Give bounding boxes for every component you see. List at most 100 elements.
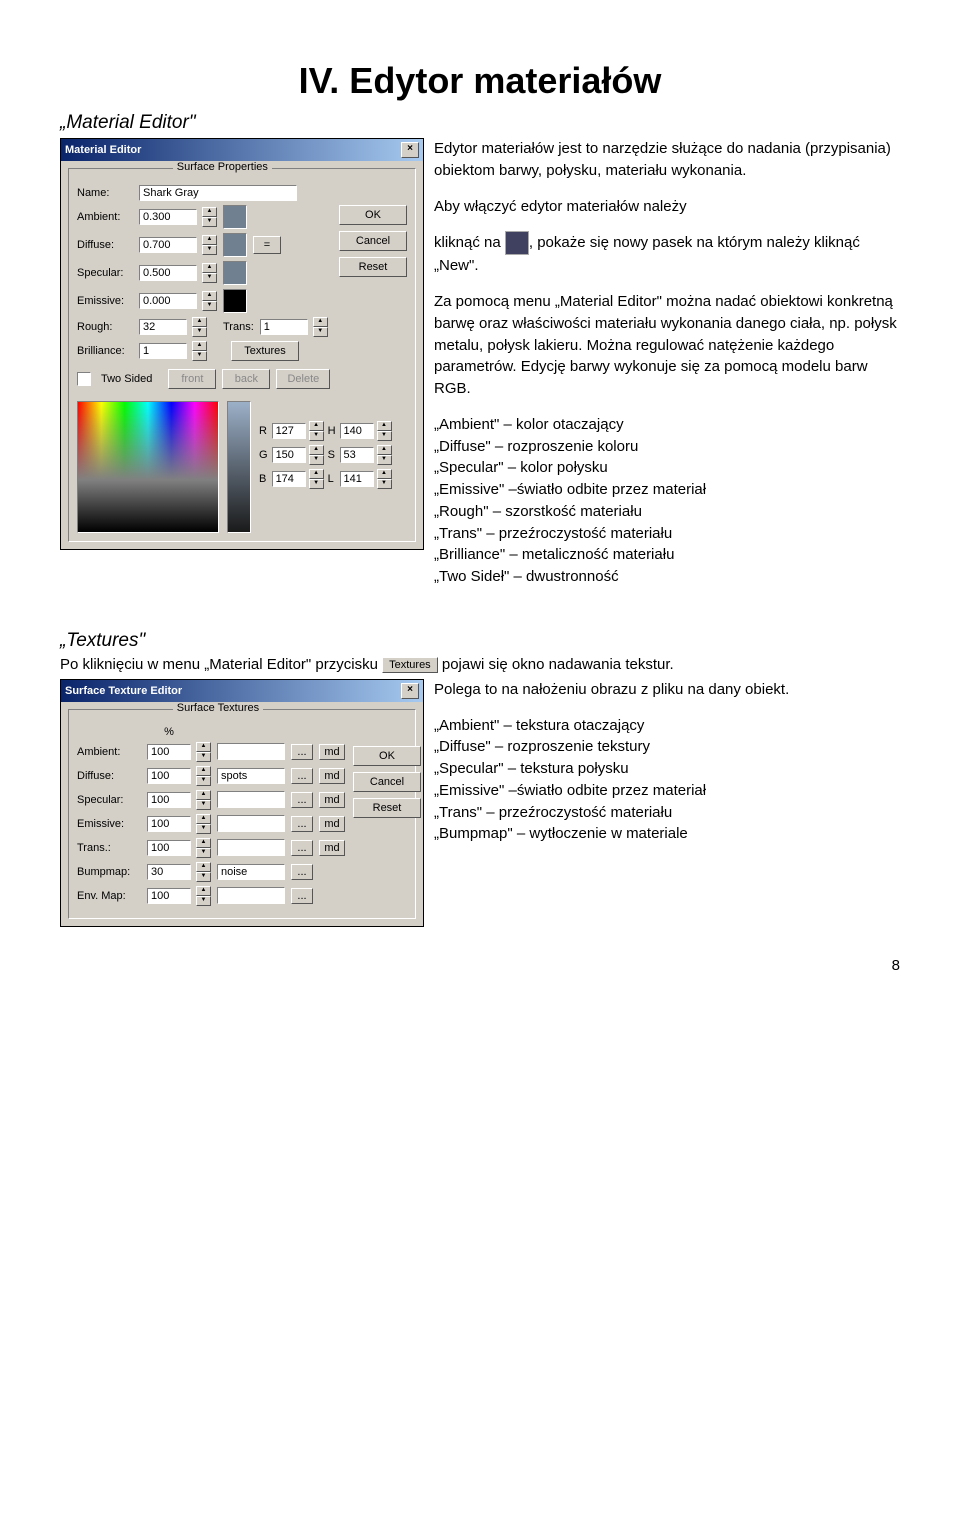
diffuse-swatch[interactable]: [223, 233, 247, 257]
spinner-down-icon[interactable]: ▼: [196, 872, 211, 882]
emissive-tex-input[interactable]: [217, 815, 285, 832]
ambient-input[interactable]: 100: [147, 744, 191, 760]
browse-button[interactable]: ...: [291, 888, 313, 904]
spinner-up-icon[interactable]: ▲: [309, 445, 324, 455]
reset-button[interactable]: Reset: [339, 257, 407, 277]
spinner-up-icon[interactable]: ▲: [192, 317, 207, 327]
md-button[interactable]: md: [319, 840, 345, 856]
spinner-down-icon[interactable]: ▼: [196, 896, 211, 906]
spinner-up-icon[interactable]: ▲: [196, 790, 211, 800]
rough-input[interactable]: 32: [139, 319, 187, 335]
spinner-down-icon[interactable]: ▼: [309, 455, 324, 465]
md-button[interactable]: md: [319, 744, 345, 760]
b-input[interactable]: 174: [272, 471, 306, 487]
spinner-down-icon[interactable]: ▼: [196, 824, 211, 834]
spinner-up-icon[interactable]: ▲: [377, 421, 392, 431]
r-input[interactable]: 127: [272, 423, 306, 439]
spinner-down-icon[interactable]: ▼: [377, 431, 392, 441]
trans-input[interactable]: 1: [260, 319, 308, 335]
envmap-tex-input[interactable]: [217, 887, 285, 904]
g-input[interactable]: 150: [272, 447, 306, 463]
cancel-button[interactable]: Cancel: [339, 231, 407, 251]
bumpmap-input[interactable]: 30: [147, 864, 191, 880]
specular-input[interactable]: 100: [147, 792, 191, 808]
spinner-up-icon[interactable]: ▲: [196, 814, 211, 824]
ambient-swatch[interactable]: [223, 205, 247, 229]
spinner-down-icon[interactable]: ▼: [202, 273, 217, 283]
spinner-down-icon[interactable]: ▼: [202, 301, 217, 311]
ok-button[interactable]: OK: [339, 205, 407, 225]
spinner-up-icon[interactable]: ▲: [309, 469, 324, 479]
spinner-down-icon[interactable]: ▼: [192, 351, 207, 361]
browse-button[interactable]: ...: [291, 768, 313, 784]
reset-button[interactable]: Reset: [353, 798, 421, 818]
diffuse-input[interactable]: 0.700: [139, 237, 197, 253]
luminance-slider[interactable]: [227, 401, 251, 533]
spinner-up-icon[interactable]: ▲: [202, 235, 217, 245]
spinner-up-icon[interactable]: ▲: [192, 341, 207, 351]
spinner-down-icon[interactable]: ▼: [202, 245, 217, 255]
spinner-down-icon[interactable]: ▼: [196, 848, 211, 858]
diffuse-input[interactable]: 100: [147, 768, 191, 784]
trans-tex-input[interactable]: [217, 839, 285, 856]
emissive-input[interactable]: 100: [147, 816, 191, 832]
name-input[interactable]: Shark Gray: [139, 185, 297, 201]
bumpmap-tex-input[interactable]: noise: [217, 864, 285, 880]
ok-button[interactable]: OK: [353, 746, 421, 766]
md-button[interactable]: md: [319, 768, 345, 784]
browse-button[interactable]: ...: [291, 864, 313, 880]
color-picker[interactable]: [77, 401, 219, 533]
spinner-up-icon[interactable]: ▲: [196, 862, 211, 872]
specular-swatch[interactable]: [223, 261, 247, 285]
brilliance-input[interactable]: 1: [139, 343, 187, 359]
spinner-down-icon[interactable]: ▼: [309, 479, 324, 489]
specular-tex-input[interactable]: [217, 791, 285, 808]
emissive-input[interactable]: 0.000: [139, 293, 197, 309]
cancel-button[interactable]: Cancel: [353, 772, 421, 792]
spinner-down-icon[interactable]: ▼: [377, 455, 392, 465]
spinner-down-icon[interactable]: ▼: [202, 217, 217, 227]
spinner-up-icon[interactable]: ▲: [377, 445, 392, 455]
spinner-down-icon[interactable]: ▼: [192, 327, 207, 337]
specular-input[interactable]: 0.500: [139, 265, 197, 281]
spinner-up-icon[interactable]: ▲: [313, 317, 328, 327]
l-input[interactable]: 141: [340, 471, 374, 487]
envmap-input[interactable]: 100: [147, 888, 191, 904]
browse-button[interactable]: ...: [291, 840, 313, 856]
textures-para-2: Polega to na nałożeniu obrazu z pliku na…: [434, 679, 900, 701]
spinner-down-icon[interactable]: ▼: [377, 479, 392, 489]
browse-button[interactable]: ...: [291, 816, 313, 832]
close-icon[interactable]: ×: [401, 142, 419, 158]
spinner-up-icon[interactable]: ▲: [202, 263, 217, 273]
section-textures: „Textures": [60, 630, 900, 652]
equals-button[interactable]: =: [253, 236, 281, 254]
spinner-up-icon[interactable]: ▲: [202, 291, 217, 301]
spinner-up-icon[interactable]: ▲: [196, 838, 211, 848]
spinner-up-icon[interactable]: ▲: [196, 742, 211, 752]
emissive-swatch[interactable]: [223, 289, 247, 313]
spinner-up-icon[interactable]: ▲: [196, 886, 211, 896]
spinner-down-icon[interactable]: ▼: [196, 776, 211, 786]
spinner-up-icon[interactable]: ▲: [202, 207, 217, 217]
two-sided-checkbox[interactable]: [77, 372, 91, 386]
spinner-down-icon[interactable]: ▼: [196, 800, 211, 810]
spinner-up-icon[interactable]: ▲: [377, 469, 392, 479]
spinner-up-icon[interactable]: ▲: [309, 421, 324, 431]
textures-button[interactable]: Textures: [231, 341, 299, 361]
trans-input[interactable]: 100: [147, 840, 191, 856]
md-button[interactable]: md: [319, 816, 345, 832]
diffuse-tex-input[interactable]: spots: [217, 768, 285, 784]
ambient-tex-input[interactable]: [217, 743, 285, 760]
s-input[interactable]: 53: [340, 447, 374, 463]
browse-button[interactable]: ...: [291, 792, 313, 808]
md-button[interactable]: md: [319, 792, 345, 808]
browse-button[interactable]: ...: [291, 744, 313, 760]
ambient-input[interactable]: 0.300: [139, 209, 197, 225]
spinner-down-icon[interactable]: ▼: [309, 431, 324, 441]
spinner-down-icon[interactable]: ▼: [313, 327, 328, 337]
close-icon[interactable]: ×: [401, 683, 419, 699]
spinner-up-icon[interactable]: ▲: [196, 766, 211, 776]
spinner-down-icon[interactable]: ▼: [196, 752, 211, 762]
h-input[interactable]: 140: [340, 423, 374, 439]
delete-button: Delete: [276, 369, 330, 389]
